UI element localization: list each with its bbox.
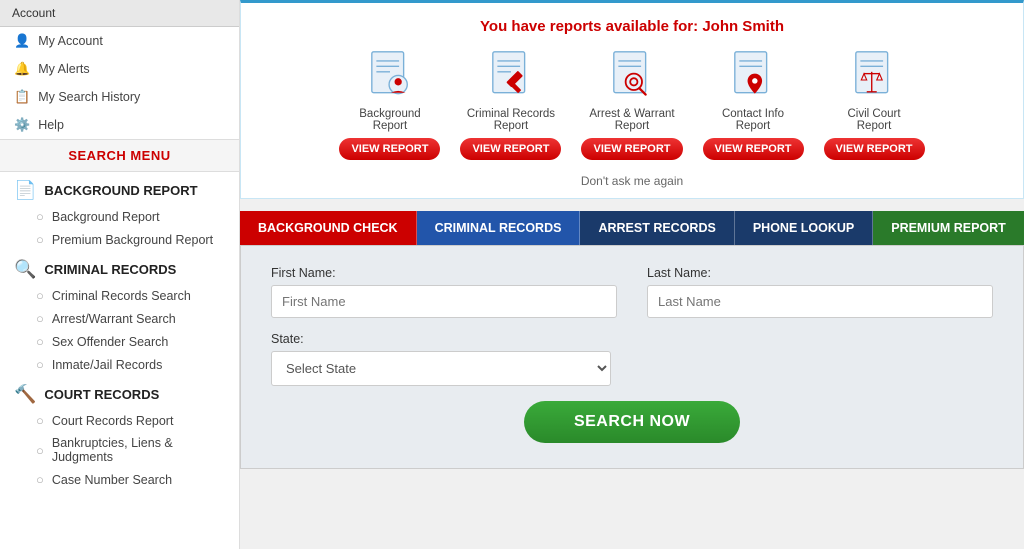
view-report-button[interactable]: VIEW REPORT	[339, 138, 440, 160]
tab-premium-report[interactable]: PREMIUM REPORT	[873, 211, 1024, 245]
sidebar-sub-item[interactable]: ○ Bankruptcies, Liens & Judgments	[0, 432, 239, 468]
menu-label: My Search History	[38, 90, 140, 104]
sidebar-sub-item[interactable]: ○ Arrest/Warrant Search	[0, 307, 239, 330]
first-name-label: First Name:	[271, 266, 617, 280]
search-menu-header: SEARCH MENU	[0, 139, 239, 172]
sidebar-top-item[interactable]: ⚙️ Help	[0, 111, 239, 139]
report-card-label: Background Report	[345, 108, 435, 132]
first-name-group: First Name:	[271, 266, 617, 318]
sub-item-label: Case Number Search	[52, 473, 172, 487]
report-card-label: Criminal Records Report	[466, 108, 556, 132]
sub-item-label: Inmate/Jail Records	[52, 358, 162, 372]
tab-background-check[interactable]: BACKGROUND CHECK	[240, 211, 417, 245]
last-name-group: Last Name:	[647, 266, 993, 318]
banner-title: You have reports available for: John Smi…	[480, 18, 784, 35]
last-name-label: Last Name:	[647, 266, 993, 280]
report-card-icon	[847, 47, 902, 102]
state-group: State: Select StateAlabamaAlaskaArizonaA…	[271, 332, 611, 386]
view-report-button[interactable]: VIEW REPORT	[703, 138, 804, 160]
menu-label: Help	[38, 118, 64, 132]
sub-item-label: Arrest/Warrant Search	[52, 312, 176, 326]
sidebar-sub-item[interactable]: ○ Criminal Records Search	[0, 284, 239, 307]
category-label: COURT RECORDS	[44, 387, 159, 402]
sub-item-label: Bankruptcies, Liens & Judgments	[52, 436, 225, 464]
menu-icon: 👤	[14, 33, 30, 49]
category-label: CRIMINAL RECORDS	[44, 262, 176, 277]
search-now-button[interactable]: SEARCH NOW	[524, 401, 740, 443]
view-report-button[interactable]: VIEW REPORT	[581, 138, 682, 160]
report-cards-container: Background Report VIEW REPORT Criminal R…	[339, 47, 924, 160]
sidebar-account-header: Account	[0, 0, 239, 27]
tab-phone-lookup[interactable]: PHONE LOOKUP	[735, 211, 873, 245]
sub-item-icon: ○	[36, 209, 44, 224]
name-row: First Name: Last Name:	[271, 266, 993, 318]
reports-banner: You have reports available for: John Smi…	[240, 0, 1024, 199]
dont-ask-link[interactable]: Don't ask me again	[581, 174, 683, 188]
state-select[interactable]: Select StateAlabamaAlaskaArizonaArkansas…	[271, 351, 611, 386]
sub-item-icon: ○	[36, 288, 44, 303]
report-card: Criminal Records Report VIEW REPORT	[460, 47, 561, 160]
sidebar-sub-item[interactable]: ○ Premium Background Report	[0, 228, 239, 251]
first-name-input[interactable]	[271, 285, 617, 318]
menu-icon: 🔔	[14, 61, 30, 77]
menu-label: My Account	[38, 34, 103, 48]
tab-arrest-records[interactable]: ARREST RECORDS	[580, 211, 734, 245]
sidebar-sub-item[interactable]: ○ Sex Offender Search	[0, 330, 239, 353]
last-name-input[interactable]	[647, 285, 993, 318]
sidebar-category: 🔨 COURT RECORDS	[0, 376, 239, 409]
sidebar-sub-item[interactable]: ○ Court Records Report	[0, 409, 239, 432]
category-icon: 🔨	[14, 384, 36, 405]
report-card-icon	[362, 47, 417, 102]
sub-item-label: Criminal Records Search	[52, 289, 191, 303]
report-card-icon	[604, 47, 659, 102]
category-icon: 🔍	[14, 259, 36, 280]
sidebar: Account 👤 My Account 🔔 My Alerts 📋 My Search …	[0, 0, 240, 549]
sub-item-icon: ○	[36, 472, 44, 487]
sidebar-top-item[interactable]: 🔔 My Alerts	[0, 55, 239, 83]
state-label: State:	[271, 332, 611, 346]
category-label: BACKGROUND REPORT	[44, 183, 197, 198]
menu-icon: 📋	[14, 89, 30, 105]
report-card: Civil Court Report VIEW REPORT	[824, 47, 925, 160]
tabs-container: BACKGROUND CHECKCRIMINAL RECORDSARREST R…	[240, 211, 1024, 245]
view-report-button[interactable]: VIEW REPORT	[824, 138, 925, 160]
report-card-label: Arrest & Warrant Report	[587, 108, 677, 132]
report-card: Contact Info Report VIEW REPORT	[703, 47, 804, 160]
sidebar-top-item[interactable]: 📋 My Search History	[0, 83, 239, 111]
report-card-label: Contact Info Report	[708, 108, 798, 132]
sub-item-icon: ○	[36, 413, 44, 428]
tab-criminal-records[interactable]: CRIMINAL RECORDS	[417, 211, 581, 245]
sub-item-label: Court Records Report	[52, 414, 174, 428]
search-form: First Name: Last Name: State: Select Sta…	[240, 245, 1024, 469]
sub-item-label: Sex Offender Search	[52, 335, 169, 349]
report-card-icon	[726, 47, 781, 102]
sidebar-category: 🔍 CRIMINAL RECORDS	[0, 251, 239, 284]
sidebar-top-item[interactable]: 👤 My Account	[0, 27, 239, 55]
menu-icon: ⚙️	[14, 117, 30, 133]
sidebar-sub-item[interactable]: ○ Case Number Search	[0, 468, 239, 491]
account-label: Account	[12, 6, 55, 20]
sub-item-label: Premium Background Report	[52, 233, 213, 247]
search-menu-label: SEARCH MENU	[68, 148, 170, 163]
report-card: Arrest & Warrant Report VIEW REPORT	[581, 47, 682, 160]
category-icon: 📄	[14, 180, 36, 201]
sub-item-icon: ○	[36, 311, 44, 326]
report-card-icon	[483, 47, 538, 102]
sub-item-icon: ○	[36, 357, 44, 372]
sub-item-label: Background Report	[52, 210, 160, 224]
menu-label: My Alerts	[38, 62, 89, 76]
report-card: Background Report VIEW REPORT	[339, 47, 440, 160]
sidebar-sub-item[interactable]: ○ Inmate/Jail Records	[0, 353, 239, 376]
sub-item-icon: ○	[36, 232, 44, 247]
report-card-label: Civil Court Report	[829, 108, 919, 132]
sub-item-icon: ○	[36, 443, 44, 458]
sidebar-category: 📄 BACKGROUND REPORT	[0, 172, 239, 205]
view-report-button[interactable]: VIEW REPORT	[460, 138, 561, 160]
sub-item-icon: ○	[36, 334, 44, 349]
main-content: You have reports available for: John Smi…	[240, 0, 1024, 549]
sidebar-sub-item[interactable]: ○ Background Report	[0, 205, 239, 228]
state-row: State: Select StateAlabamaAlaskaArizonaA…	[271, 332, 993, 386]
